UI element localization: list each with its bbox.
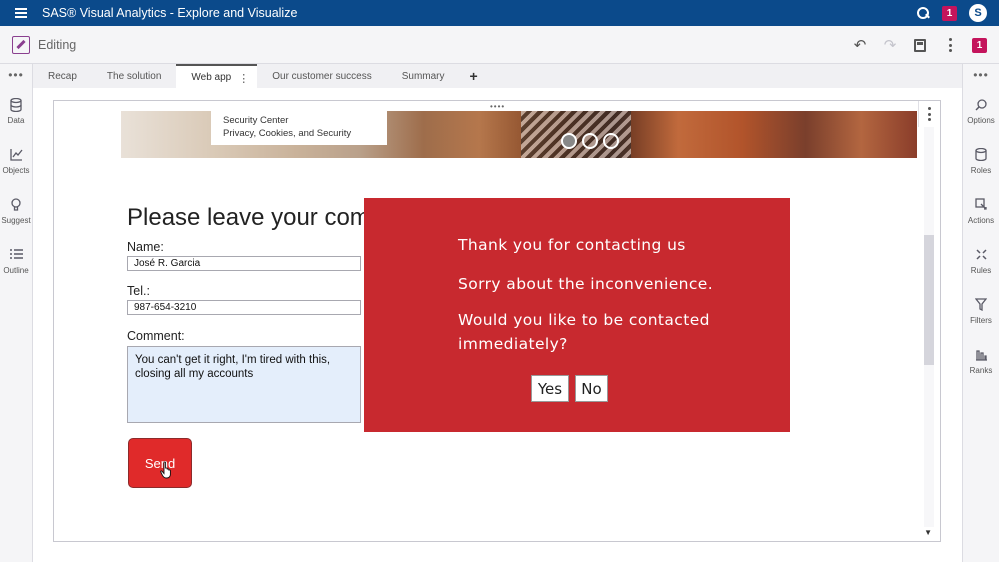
tab-web-app[interactable]: Web app ⋮ (176, 64, 258, 88)
dialog-line-1: Thank you for contacting us (458, 236, 686, 254)
ranks-icon (975, 348, 988, 364)
undo-icon[interactable]: ↶ (852, 37, 868, 53)
filter-icon (974, 297, 988, 314)
hand-cursor-icon (160, 461, 171, 479)
sidebar-item-objects[interactable]: Objects (0, 136, 32, 186)
carousel-dots (561, 133, 619, 149)
sidebar-item-label: Outline (3, 265, 29, 275)
dialog-line-4: immediately? (458, 335, 568, 353)
sidebar-item-ranks[interactable]: Ranks (963, 336, 999, 386)
report-badge[interactable]: 1 (972, 37, 987, 53)
redo-icon[interactable]: ↷ (882, 37, 898, 53)
search-icon[interactable] (916, 6, 930, 20)
left-panel-collapse-icon[interactable]: ••• (0, 64, 32, 86)
scrollbar-thumb[interactable] (924, 235, 934, 365)
rules-icon (975, 248, 988, 264)
sidebar-item-filters[interactable]: Filters (963, 286, 999, 336)
pencil-icon (16, 39, 26, 50)
tab-menu-icon[interactable]: ⋮ (238, 72, 249, 85)
name-field[interactable]: José R. Garcia (127, 256, 361, 271)
options-icon (974, 98, 988, 114)
comment-label: Comment: (127, 329, 185, 343)
comment-field[interactable]: You can't get it right, I'm tired with t… (127, 346, 361, 423)
tab-the-solution[interactable]: The solution (92, 64, 176, 88)
dialog-line-3: Would you like to be contacted (458, 311, 710, 329)
menu-button[interactable] (0, 0, 42, 26)
sidebar-item-roles[interactable]: Roles (963, 136, 999, 186)
app-title: SAS® Visual Analytics - Explore and Visu… (42, 6, 298, 20)
carousel-dot[interactable] (561, 133, 577, 149)
roles-icon (975, 147, 987, 164)
more-options-button[interactable] (942, 37, 958, 53)
user-avatar[interactable]: S (969, 4, 987, 22)
object-menu-button[interactable] (918, 101, 940, 127)
kebab-icon (928, 107, 932, 121)
report-canvas: •••• Security Center Privacy, Cookies, a… (33, 88, 962, 562)
database-icon (10, 97, 22, 114)
name-label: Name: (127, 240, 164, 254)
carousel-dot[interactable] (603, 133, 619, 149)
dialog-line-2: Sorry about the inconvenience. (458, 275, 714, 293)
tab-our-customer-success[interactable]: Our customer success (257, 64, 386, 88)
actions-icon (974, 197, 988, 214)
tab-recap[interactable]: Recap (33, 64, 92, 88)
sidebar-item-label: Filters (970, 315, 992, 325)
tel-label: Tel.: (127, 284, 150, 298)
tab-summary[interactable]: Summary (387, 64, 460, 88)
sidebar-item-label: Suggest (1, 215, 31, 225)
report-tabs: Recap The solution Web app ⋮ Our custome… (33, 64, 962, 88)
tel-field[interactable]: 987-654-3210 (127, 300, 361, 315)
scroll-down-arrow-icon[interactable]: ▼ (924, 528, 932, 537)
sidebar-item-label: Actions (967, 215, 995, 225)
sidebar-item-suggest[interactable]: Suggest (0, 186, 32, 236)
save-button[interactable] (912, 37, 928, 53)
hamburger-icon (15, 8, 27, 18)
right-panel-collapse-icon[interactable]: ••• (963, 64, 999, 86)
sidebar-item-label: Data (7, 115, 25, 125)
save-icon (914, 38, 926, 52)
hero-links-card: Security Center Privacy, Cookies, and Se… (211, 111, 387, 145)
app-header: SAS® Visual Analytics - Explore and Visu… (0, 0, 999, 26)
hero-banner: Security Center Privacy, Cookies, and Se… (121, 111, 917, 158)
edit-mode-button[interactable] (12, 35, 30, 54)
form-title: Please leave your comm (127, 204, 390, 231)
sidebar-item-label: Rules (970, 265, 992, 275)
sidebar-item-label: Objects (2, 165, 30, 175)
edit-toolbar: Editing ↶ ↷ 1 (0, 26, 999, 64)
chart-icon (9, 148, 23, 164)
mode-label: Editing (38, 37, 77, 52)
lightbulb-icon (11, 197, 21, 214)
sidebar-item-options[interactable]: Options (963, 86, 999, 136)
tab-label: Web app (191, 71, 232, 83)
add-page-icon[interactable]: + (460, 64, 488, 88)
sidebar-item-data[interactable]: Data (0, 86, 32, 136)
drag-handle-icon[interactable]: •••• (490, 102, 505, 111)
privacy-link[interactable]: Privacy, Cookies, and Security (223, 127, 375, 140)
vertical-scrollbar[interactable] (924, 127, 934, 527)
sidebar-item-outline[interactable]: Outline (0, 236, 32, 286)
web-app-object[interactable]: •••• Security Center Privacy, Cookies, a… (53, 100, 941, 542)
sidebar-item-rules[interactable]: Rules (963, 236, 999, 286)
sidebar-item-label: Roles (970, 165, 992, 175)
no-button[interactable]: No (575, 375, 608, 402)
contact-dialog: Thank you for contacting us Sorry about … (364, 198, 790, 432)
list-icon (9, 248, 23, 264)
left-sidebar: ••• Data Objects Suggest Outline (0, 64, 33, 562)
sidebar-item-label: Options (967, 115, 995, 125)
notifications-badge[interactable]: 1 (942, 5, 957, 21)
security-center-link[interactable]: Security Center (223, 114, 375, 127)
kebab-icon (948, 38, 952, 52)
right-sidebar: ••• Options Roles Actions Rules Filters … (962, 64, 999, 562)
sidebar-item-actions[interactable]: Actions (963, 186, 999, 236)
carousel-dot[interactable] (582, 133, 598, 149)
sidebar-item-label: Ranks (969, 365, 993, 375)
yes-button[interactable]: Yes (531, 375, 569, 402)
